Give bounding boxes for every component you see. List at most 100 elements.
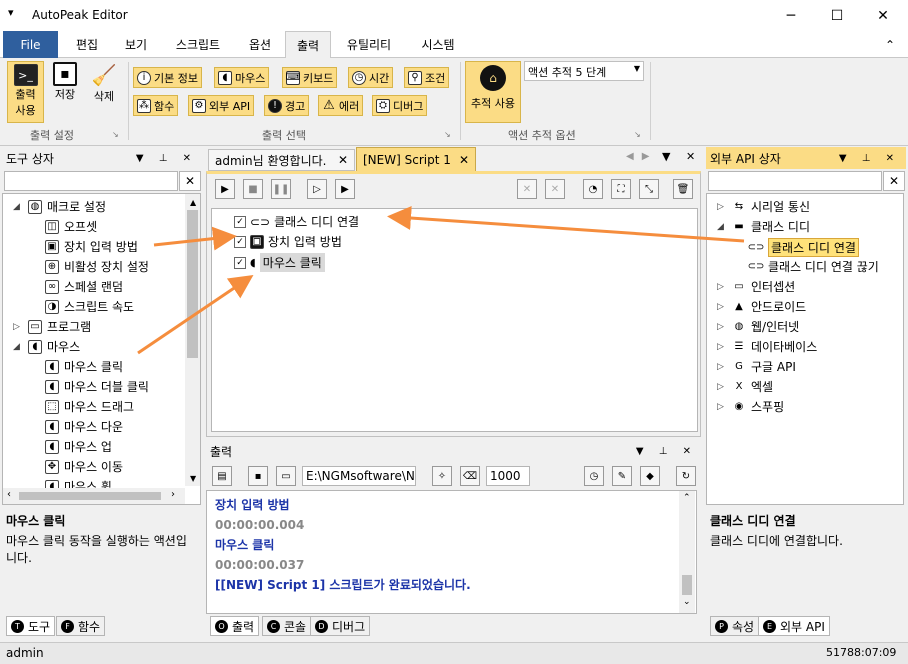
checkbox[interactable]: ✓ [234,256,246,269]
collapsed-icon[interactable]: ▷ [717,282,727,292]
tab-view[interactable]: 보기 [113,31,159,58]
toolbox-tree-item[interactable]: ▣ 장치 입력 방법 [45,238,138,255]
tracking-level-select[interactable]: 액션 추적 5 단계 ▼ [524,61,644,81]
collapse-ribbon-icon[interactable]: ⌃ [880,31,900,58]
api-tree-item[interactable]: ⊂⊃ 클래스 디디 연결 끊기 [748,258,879,275]
tab-properties[interactable]: P 속성 [710,616,760,636]
toolbox-tree-item[interactable]: ◖ 마우스 업 [45,438,112,455]
toolbox-tree-item[interactable]: ✥ 마우스 이동 [45,458,123,475]
refresh-button[interactable]: ↻ [676,466,696,486]
tab-welcome[interactable]: admin님 환영합니다. ✕ [208,149,355,171]
scroll-down-icon[interactable]: ⌄ [683,597,691,607]
api-tree-item[interactable]: ▷ ⇆ 시리얼 통신 [717,198,810,215]
api-tree-item[interactable]: ▷ ☰ 데이타베이스 [717,338,817,355]
tab-toolbox-tools[interactable]: T 도구 [6,616,56,636]
toolbox-tree-item[interactable]: ◫ 오프셋 [45,218,97,235]
eraser-button[interactable]: ⌫ [460,466,480,486]
collapsed-icon[interactable]: ▷ [717,302,727,312]
toolbox-tree-item[interactable]: ◑ 스크립트 속도 [45,298,134,315]
toolbox-tree-item[interactable]: ∞ 스페셜 랜덤 [45,278,123,295]
toolbox-tree-item[interactable]: ◢ ◖ 마우스 [13,338,80,355]
output-enable-button[interactable]: >_ 출력 사용 [7,61,44,123]
stop-button[interactable]: ■ [243,179,263,199]
script-item-device-input[interactable]: ✓ ▣ 장치 입력 방법 [234,233,342,250]
toolbox-tree-item[interactable]: ⊕ 비활성 장치 설정 [45,258,149,275]
disable-all-button[interactable]: ✕ [545,179,565,199]
toolbox-tree-item[interactable]: ◢ ◍ 매크로 설정 [13,198,106,215]
close-icon[interactable]: ✕ [338,153,348,167]
dialog-launcher-icon[interactable]: ↘ [444,130,451,139]
output-function-button[interactable]: ⁂ 함수 [133,95,179,116]
tab-system[interactable]: 시스템 [406,31,470,58]
expanded-icon[interactable]: ◢ [13,202,23,212]
panel-controls[interactable]: ▼ ⊥ ✕ [136,153,197,164]
tab-external-api[interactable]: E 외부 API [758,616,830,636]
output-external-api-button[interactable]: ⚙ 외부 API [188,95,255,116]
panel-controls[interactable]: ▼ ⊥ ✕ [839,153,900,164]
collapsed-icon[interactable]: ▷ [717,342,727,352]
output-vertical-scrollbar[interactable]: ⌃ ⌄ [679,491,695,613]
api-tree-item[interactable]: ⊂⊃ 클래스 디디 연결 [748,238,859,257]
tab-script[interactable]: 스크립트 [160,31,236,58]
api-tree-item[interactable]: ▷ ◉ 스푸핑 [717,398,784,415]
tab-nav-arrows[interactable]: ◀▶ [626,151,657,162]
output-basic-info-button[interactable]: i 기본 정보 [133,67,202,88]
dialog-launcher-icon[interactable]: ↘ [112,130,119,139]
scroll-thumb[interactable] [19,492,161,500]
scroll-right-icon[interactable]: › [171,489,175,500]
api-tree-item[interactable]: ▷ ◍ 웹/인터넷 [717,318,799,335]
toolbox-vertical-scrollbar[interactable]: ▲ ▼ [185,194,200,486]
output-time-button[interactable]: ◷ 시간 [348,67,394,88]
scroll-up-icon[interactable]: ▲ [190,198,196,207]
tab-utility[interactable]: 유틸리티 [333,31,405,58]
panel-controls[interactable]: ▼ ⊥ ✕ [636,446,697,457]
scroll-thumb[interactable] [682,575,692,595]
api-tree-item[interactable]: ▷ X 엑셀 [717,378,773,395]
collapsed-icon[interactable]: ▷ [717,362,727,372]
collapsed-icon[interactable]: ▷ [13,322,23,332]
minimize-button[interactable]: ─ [768,0,814,31]
script-item-classdd-connect[interactable]: ✓ ⊂⊃ 클래스 디디 연결 [234,213,359,230]
pause-button[interactable]: ❚❚ [271,179,291,199]
collapsed-icon[interactable]: ▷ [717,382,727,392]
history-button[interactable]: ◔ [583,179,603,199]
save-log-button[interactable]: ▪ [248,466,268,486]
close-icon[interactable]: ✕ [459,153,469,167]
collapsed-icon[interactable]: ▷ [717,402,727,412]
expanded-icon[interactable]: ◢ [717,222,727,232]
brush-button[interactable]: ✎ [612,466,632,486]
tab-script-1[interactable]: [NEW] Script 1 ✕ [356,147,476,171]
output-condition-button[interactable]: ⚲ 조건 [404,67,450,88]
toolbox-tree-item[interactable]: ◖ 마우스 더블 클릭 [45,378,149,395]
api-tree-item[interactable]: ▷ G 구글 API [717,358,796,375]
external-api-search-clear-button[interactable]: ✕ [883,171,905,191]
quick-access-icon[interactable]: ▾ [8,6,14,19]
collapsed-icon[interactable]: ▷ [717,322,727,332]
output-warning-button[interactable]: ! 경고 [264,95,310,116]
delete-action-button[interactable]: 🗑 [673,179,693,199]
time-log-button[interactable]: ◷ [584,466,604,486]
toolbox-horizontal-scrollbar[interactable]: ‹ › [3,488,185,504]
script-item-mouse-click[interactable]: ✓ ◖ 마우스 클릭 [234,253,325,272]
log-line-count-input[interactable]: 1000 [486,466,530,486]
toolbox-tree-item[interactable]: ⬚ 마우스 드래그 [45,398,134,415]
disable-button[interactable]: ✕ [517,179,537,199]
output-keyboard-button[interactable]: ⌨ 키보드 [282,67,338,88]
toolbox-search-input[interactable] [4,171,178,191]
tab-debug[interactable]: D 디버그 [310,616,371,636]
scroll-thumb[interactable] [187,210,198,358]
scroll-left-icon[interactable]: ‹ [7,489,11,500]
toolbox-tree-item[interactable]: ◖ 마우스 다운 [45,418,123,435]
output-mouse-button[interactable]: ◖ 마우스 [214,67,270,88]
dialog-launcher-icon[interactable]: ↘ [634,130,641,139]
run-button[interactable]: ▶ [215,179,235,199]
expanded-icon[interactable]: ◢ [13,342,23,352]
open-folder-button[interactable]: ▭ [276,466,296,486]
clean-log-button[interactable]: ✧ [432,466,452,486]
toolbox-tree-item[interactable]: ◖ 마우스 클릭 [45,358,123,375]
api-tree-item[interactable]: ▷ ▲ 안드로이드 [717,298,806,315]
external-api-search-input[interactable] [708,171,882,191]
step-button[interactable]: ▷ [307,179,327,199]
scroll-up-icon[interactable]: ⌃ [683,493,691,503]
checkbox[interactable]: ✓ [234,235,246,248]
